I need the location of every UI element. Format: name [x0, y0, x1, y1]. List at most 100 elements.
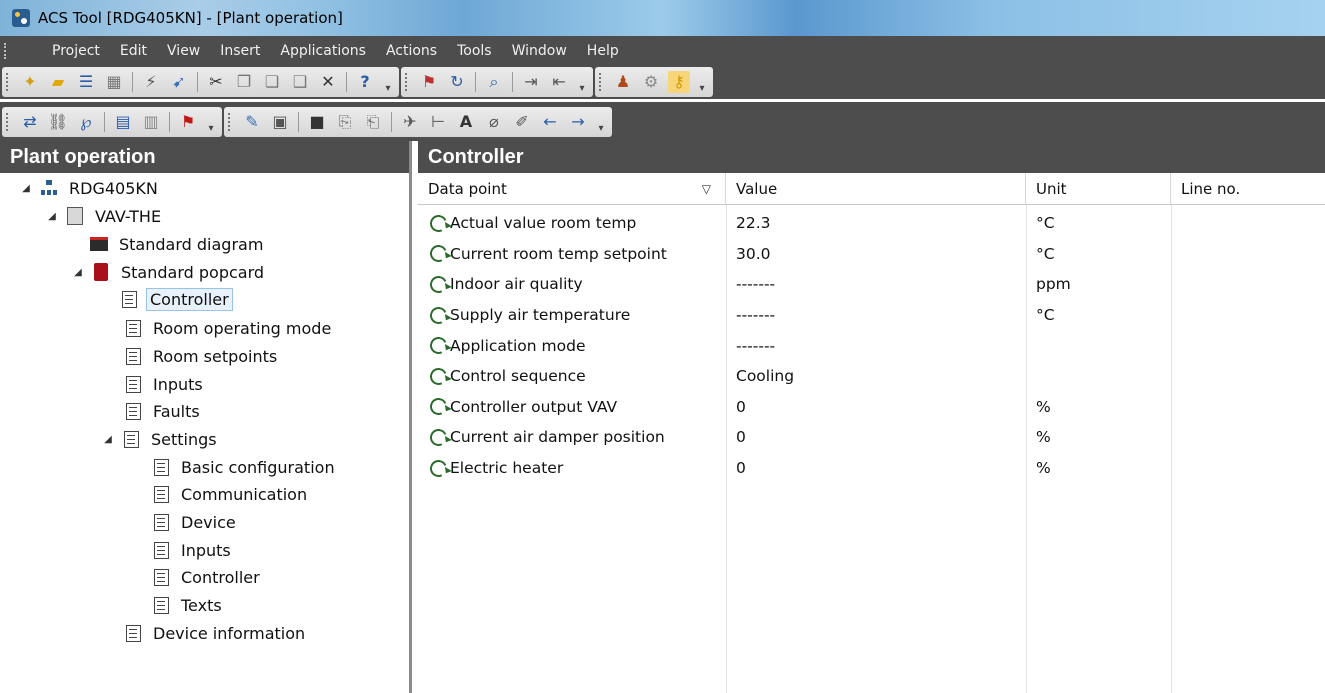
- cell-value[interactable]: 0: [726, 398, 1026, 416]
- cell-value[interactable]: 0: [726, 428, 1026, 446]
- cell-value[interactable]: -------: [726, 306, 1026, 324]
- toolbar-overflow-icon[interactable]: ▾: [697, 70, 707, 94]
- tree-node-standard-diagram[interactable]: Standard diagram: [90, 231, 266, 257]
- menu-view[interactable]: View: [167, 43, 200, 59]
- collapse-icon[interactable]: ◢: [20, 183, 32, 194]
- column-header-unit[interactable]: Unit: [1026, 173, 1171, 204]
- toolbar-overflow-icon[interactable]: ▾: [577, 70, 587, 94]
- copy-icon[interactable]: ❐: [233, 71, 255, 93]
- key-icon[interactable]: ⚷: [668, 71, 690, 93]
- tree-node-communication[interactable]: Communication: [152, 481, 310, 507]
- cell-value[interactable]: -------: [726, 337, 1026, 355]
- export-icon[interactable]: ⇥: [520, 71, 542, 93]
- tree-node-basic-configuration[interactable]: Basic configuration: [152, 454, 338, 480]
- table-row[interactable]: Controller output VAV 0%: [418, 392, 1325, 423]
- toolbar-overflow-icon[interactable]: ▾: [383, 70, 393, 94]
- menu-project[interactable]: Project: [52, 43, 100, 59]
- network-icon[interactable]: ⇄: [19, 111, 41, 133]
- tree-node-settings-controller[interactable]: Controller: [152, 564, 263, 590]
- tree-node-device[interactable]: ◢ VAV-THE: [46, 203, 164, 229]
- refresh-datapoint-icon[interactable]: [427, 212, 450, 235]
- table-row[interactable]: Application mode -------: [418, 330, 1325, 361]
- popcard-icon[interactable]: ⚑: [177, 111, 199, 133]
- toolbar-overflow-icon[interactable]: ▾: [206, 110, 216, 134]
- datapoint-icon[interactable]: ⊢: [427, 111, 449, 133]
- table-row[interactable]: Actual value room temp 22.3 °C: [418, 208, 1325, 239]
- refresh-datapoint-icon[interactable]: [427, 334, 450, 357]
- refresh-datapoint-icon[interactable]: [427, 365, 450, 388]
- cut-icon[interactable]: ✂: [205, 71, 227, 93]
- paste-special-icon[interactable]: ❑: [289, 71, 311, 93]
- help-icon[interactable]: ?: [354, 71, 376, 93]
- refresh-icon[interactable]: ↻: [446, 71, 468, 93]
- collapse-icon[interactable]: ◢: [46, 211, 58, 222]
- bus-scan-icon[interactable]: ⛓: [47, 111, 69, 133]
- menu-tools[interactable]: Tools: [457, 43, 492, 59]
- tree-node-room-operating-mode[interactable]: Room operating mode: [124, 315, 334, 341]
- connect-icon[interactable]: ➹: [168, 71, 190, 93]
- refresh-datapoint-icon[interactable]: [427, 395, 450, 418]
- table-row[interactable]: Control sequence Cooling: [418, 361, 1325, 392]
- table-view-icon[interactable]: ▥: [140, 111, 162, 133]
- toolbar-grip-icon[interactable]: [228, 112, 232, 131]
- menu-actions[interactable]: Actions: [386, 43, 437, 59]
- open-folder-icon[interactable]: ▰: [47, 71, 69, 93]
- settings-gear-icon[interactable]: ⚙: [640, 71, 662, 93]
- menu-applications[interactable]: Applications: [280, 43, 366, 59]
- disconnect-icon[interactable]: ⚡: [140, 71, 162, 93]
- cell-value[interactable]: 22.3: [726, 214, 1026, 232]
- window-icon[interactable]: ▣: [269, 111, 291, 133]
- refresh-datapoint-icon[interactable]: [427, 457, 450, 479]
- cell-value[interactable]: 30.0: [726, 245, 1026, 263]
- toolbar-grip-icon[interactable]: [6, 112, 10, 131]
- tree-node-settings[interactable]: ◢ Settings: [102, 426, 220, 452]
- tree-node-settings-device[interactable]: Device: [152, 509, 239, 535]
- user-icon[interactable]: ♟: [612, 71, 634, 93]
- block-icon[interactable]: ■: [306, 111, 328, 133]
- bird-icon[interactable]: ✈: [399, 111, 421, 133]
- tree-node-faults[interactable]: Faults: [124, 398, 203, 424]
- refresh-datapoint-icon[interactable]: [427, 426, 450, 449]
- refresh-datapoint-icon[interactable]: [427, 273, 450, 296]
- line-tool-icon[interactable]: ⌀: [483, 111, 505, 133]
- search-icon[interactable]: ⌕: [483, 71, 505, 93]
- paste-icon[interactable]: ❏: [261, 71, 283, 93]
- table-row[interactable]: Electric heater 0%: [418, 453, 1325, 484]
- column-header-line-no[interactable]: Line no.: [1171, 173, 1325, 204]
- toolbar-grip-icon[interactable]: [405, 73, 409, 91]
- toolbar-grip-icon[interactable]: [599, 73, 603, 91]
- text-tool-icon[interactable]: A: [455, 111, 477, 133]
- tree-node-settings-inputs[interactable]: Inputs: [152, 537, 234, 563]
- edit-icon[interactable]: ✎: [241, 111, 263, 133]
- chart-view-icon[interactable]: ▤: [112, 111, 134, 133]
- tree-node-texts[interactable]: Texts: [152, 592, 225, 618]
- arrow-right-icon[interactable]: →: [567, 111, 589, 133]
- menu-edit[interactable]: Edit: [120, 43, 147, 59]
- column-header-data-point[interactable]: Data point ▽: [418, 173, 726, 204]
- menu-insert[interactable]: Insert: [220, 43, 260, 59]
- tree-node-inputs[interactable]: Inputs: [124, 371, 206, 397]
- address-icon[interactable]: ℘: [75, 111, 97, 133]
- import-icon[interactable]: ⇤: [548, 71, 570, 93]
- menubar-grip-icon[interactable]: [4, 42, 12, 59]
- cell-value[interactable]: Cooling: [726, 367, 1026, 385]
- tree-node-device-information[interactable]: Device information: [124, 620, 308, 646]
- filter-dropdown-icon[interactable]: ▽: [702, 182, 711, 196]
- fill-tool-icon[interactable]: ✐: [511, 111, 533, 133]
- table-row[interactable]: Supply air temperature ------- °C: [418, 300, 1325, 331]
- insert-symbol-icon[interactable]: ⎗: [362, 111, 384, 133]
- collapse-icon[interactable]: ◢: [102, 434, 114, 445]
- column-header-value[interactable]: Value: [726, 173, 1026, 204]
- collapse-icon[interactable]: ◢: [72, 267, 84, 278]
- menu-window[interactable]: Window: [512, 43, 567, 59]
- cell-value[interactable]: -------: [726, 275, 1026, 293]
- list-view-icon[interactable]: ☰: [75, 71, 97, 93]
- refresh-datapoint-icon[interactable]: [427, 304, 450, 326]
- tree-node-standard-popcard[interactable]: ◢ Standard popcard: [72, 259, 267, 285]
- grid-view-icon[interactable]: ▦: [103, 71, 125, 93]
- tree-node-root[interactable]: ◢ RDG405KN: [20, 175, 161, 201]
- arrow-left-icon[interactable]: ←: [539, 111, 561, 133]
- refresh-datapoint-icon[interactable]: [427, 242, 450, 265]
- new-project-icon[interactable]: ✦: [19, 71, 41, 93]
- table-row[interactable]: Current room temp setpoint 30.0 °C: [418, 239, 1325, 270]
